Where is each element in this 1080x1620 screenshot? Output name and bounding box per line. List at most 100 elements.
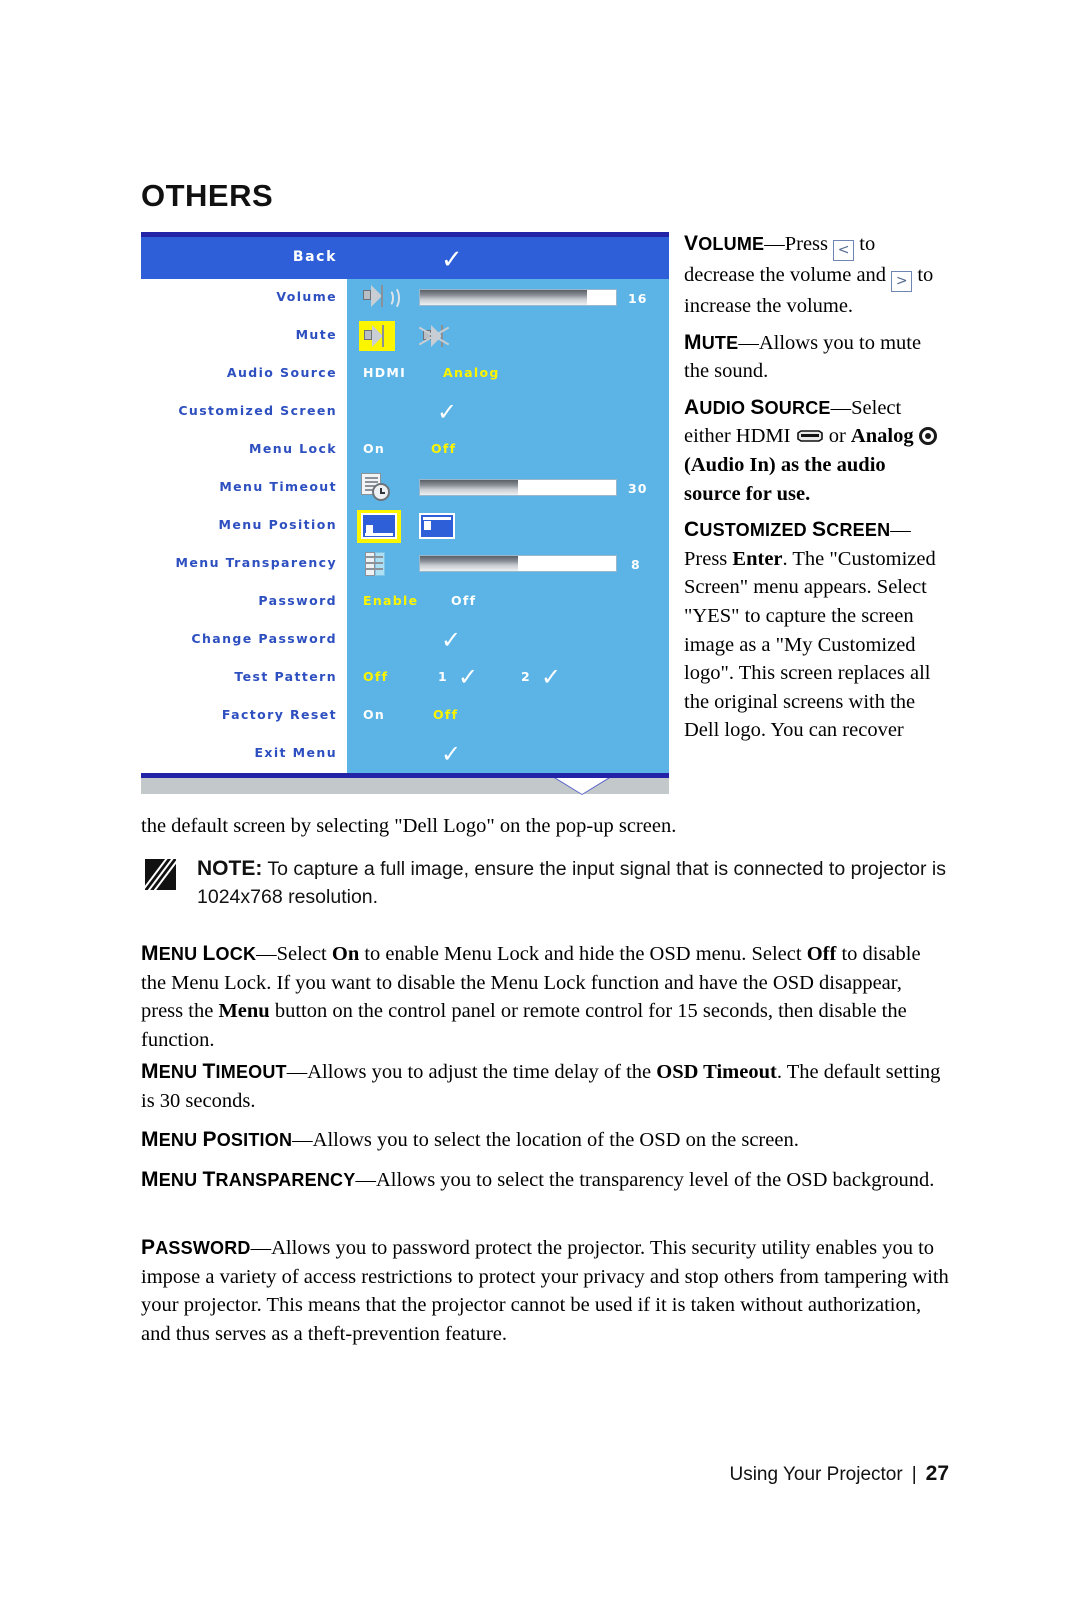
term-mute: MUTE — [684, 330, 739, 354]
osd-row-label: Password — [258, 593, 337, 608]
option-off[interactable]: Off — [451, 593, 476, 608]
option-off[interactable]: Off — [431, 441, 456, 456]
volume-value: 16 — [628, 291, 648, 306]
speaker-icon — [363, 285, 400, 310]
osd-row-label: Menu Lock — [249, 441, 337, 456]
option-on[interactable]: On — [363, 441, 385, 456]
checkmark-icon[interactable]: ✓ — [458, 665, 478, 689]
menu-timeout-paragraph: MENU TIMEOUT—Allows you to adjust the ti… — [141, 1058, 949, 1115]
transparency-icon — [365, 552, 385, 576]
audio-in-label: (Audio In) as the audio source for use. — [684, 453, 886, 505]
menu-transparency-slider[interactable] — [419, 555, 617, 572]
checkmark-icon: ✓ — [441, 245, 463, 275]
osd-row-factory-reset[interactable]: Factory Reset On Off — [141, 697, 669, 735]
hdmi-port-icon — [796, 423, 824, 443]
audio-text-2: or — [828, 425, 846, 448]
ml-part-1: Select — [276, 943, 327, 965]
osd-row-label: Customized Screen — [178, 403, 337, 418]
osd-row-test-pattern[interactable]: Test Pattern Off 1 ✓ 2 ✓ — [141, 659, 669, 697]
osd-row-volume[interactable]: Volume 16 — [141, 279, 669, 317]
osd-row-label: Menu Transparency — [175, 555, 337, 570]
em-dash: — — [355, 1169, 376, 1191]
osd-row-change-password[interactable]: Change Password ✓ — [141, 621, 669, 659]
osd-back-label: Back — [292, 249, 337, 265]
option-analog[interactable]: Analog — [443, 365, 500, 380]
document-clock-icon — [361, 473, 395, 503]
osd-row-menu-timeout[interactable]: Menu Timeout 30 — [141, 469, 669, 507]
osd-row-label: Factory Reset — [221, 707, 337, 722]
osd-row-label: Volume — [276, 289, 337, 304]
checkmark-icon[interactable]: ✓ — [541, 665, 561, 689]
mt-part-1: Allows you to adjust the time delay of t… — [307, 1061, 652, 1083]
option-on[interactable]: On — [363, 707, 385, 722]
volume-slider[interactable] — [419, 289, 617, 306]
option-off[interactable]: Off — [433, 707, 458, 722]
menu-timeout-slider[interactable] — [419, 479, 617, 496]
menu-transparency-value: 8 — [631, 557, 641, 572]
osd-body: Volume 16 Mute Audio Source HDMI Analog … — [141, 279, 669, 773]
cs-text-2: . The "Customized Screen" menu appears. … — [684, 547, 936, 742]
menu-position-paragraph: MENU POSITION—Allows you to select the l… — [141, 1126, 949, 1155]
osd-row-audio-source[interactable]: Audio Source HDMI Analog — [141, 355, 669, 393]
customized-screen-description: CUSTOMIZED SCREEN— Press Enter. The "Cust… — [684, 516, 946, 745]
em-dash: — — [286, 1061, 308, 1083]
option-enable[interactable]: Enable — [363, 593, 418, 608]
osd-menu-screenshot: Back ✓ Volume 16 Mute Audio Source HDMI … — [141, 232, 669, 795]
osd-row-menu-lock[interactable]: Menu Lock On Off — [141, 431, 669, 469]
term-volume: VOLUME — [684, 232, 765, 255]
osd-header-back-row[interactable]: Back ✓ — [141, 237, 669, 279]
osd-row-menu-transparency[interactable]: Menu Transparency 8 — [141, 545, 669, 583]
speaker-on-icon[interactable] — [364, 325, 390, 347]
menu-transparency-paragraph: MENU TRANSPARENCY—Allows you to select t… — [141, 1166, 949, 1195]
bold-on: On — [331, 943, 360, 965]
term-menu-position: MENU POSITION — [141, 1128, 293, 1151]
osd-row-menu-position[interactable]: Menu Position — [141, 507, 669, 545]
page-number: 27 — [925, 1462, 949, 1485]
menu-lock-paragraph: MENU LOCK—Select On to enable Menu Lock … — [141, 940, 949, 1054]
osd-row-label: Test Pattern — [234, 669, 337, 684]
menu-position-top-left-icon[interactable] — [419, 513, 455, 539]
em-dash: — — [250, 1237, 272, 1259]
osd-row-customized-screen[interactable]: Customized Screen ✓ — [141, 393, 669, 431]
term-menu-timeout: MENU TIMEOUT — [141, 1060, 287, 1083]
mp-text: Allows you to select the location of the… — [312, 1129, 799, 1151]
em-dash: — — [256, 943, 277, 965]
checkmark-icon[interactable]: ✓ — [441, 742, 461, 766]
osd-row-exit-menu[interactable]: Exit Menu ✓ — [141, 735, 669, 773]
bold-menu: Menu — [218, 1000, 270, 1023]
osd-row-mute[interactable]: Mute — [141, 317, 669, 355]
option-1[interactable]: 1 — [438, 669, 448, 684]
osd-row-label: Change Password — [191, 631, 337, 646]
footer-label: Using Your Projector — [729, 1464, 903, 1485]
sidebar-description-column: VOLUME—Press < to decrease the volume an… — [684, 230, 946, 753]
term-menu-transparency: MENU TRANSPARENCY — [141, 1168, 356, 1191]
hdmi-label: HDMI — [735, 425, 791, 448]
em-dash: — — [890, 519, 911, 542]
note-callout: NOTE: To capture a full image, ensure th… — [141, 855, 951, 921]
em-dash: — — [830, 396, 852, 419]
volume-description: VOLUME—Press < to decrease the volume an… — [684, 230, 946, 321]
wrap-line-paragraph: the default screen by selecting "Dell Lo… — [141, 815, 677, 837]
mute-cross-icon — [418, 324, 450, 348]
volume-text-1: Press — [784, 233, 829, 255]
audio-source-description: AUDIO SOURCE—Select either HDMI or Analo… — [684, 394, 946, 508]
option-2[interactable]: 2 — [521, 669, 531, 684]
term-password: PASSWORD — [141, 1236, 251, 1259]
menu-position-bottom-left-icon[interactable] — [361, 513, 397, 539]
bold-off: Off — [806, 943, 837, 965]
mtr-text: Allows you to select the transparency le… — [375, 1169, 935, 1191]
note-text: To capture a full image, ensure the inpu… — [197, 858, 946, 908]
em-dash: — — [292, 1129, 313, 1151]
checkmark-icon[interactable]: ✓ — [441, 628, 461, 652]
left-arrow-key-icon: < — [833, 240, 855, 261]
em-dash: — — [764, 233, 785, 255]
ml-part-2: to enable Menu Lock and hide the OSD men… — [364, 943, 802, 965]
checkmark-icon[interactable]: ✓ — [437, 400, 457, 424]
option-hdmi[interactable]: HDMI — [363, 365, 406, 380]
page-footer: Using Your Projector | 27 — [141, 1462, 949, 1486]
option-off[interactable]: Off — [363, 669, 388, 684]
osd-row-password[interactable]: Password Enable Off — [141, 583, 669, 621]
footer-separator: | — [911, 1464, 917, 1485]
osd-row-label: Menu Timeout — [219, 479, 337, 494]
down-arrow-icon[interactable] — [556, 778, 608, 794]
